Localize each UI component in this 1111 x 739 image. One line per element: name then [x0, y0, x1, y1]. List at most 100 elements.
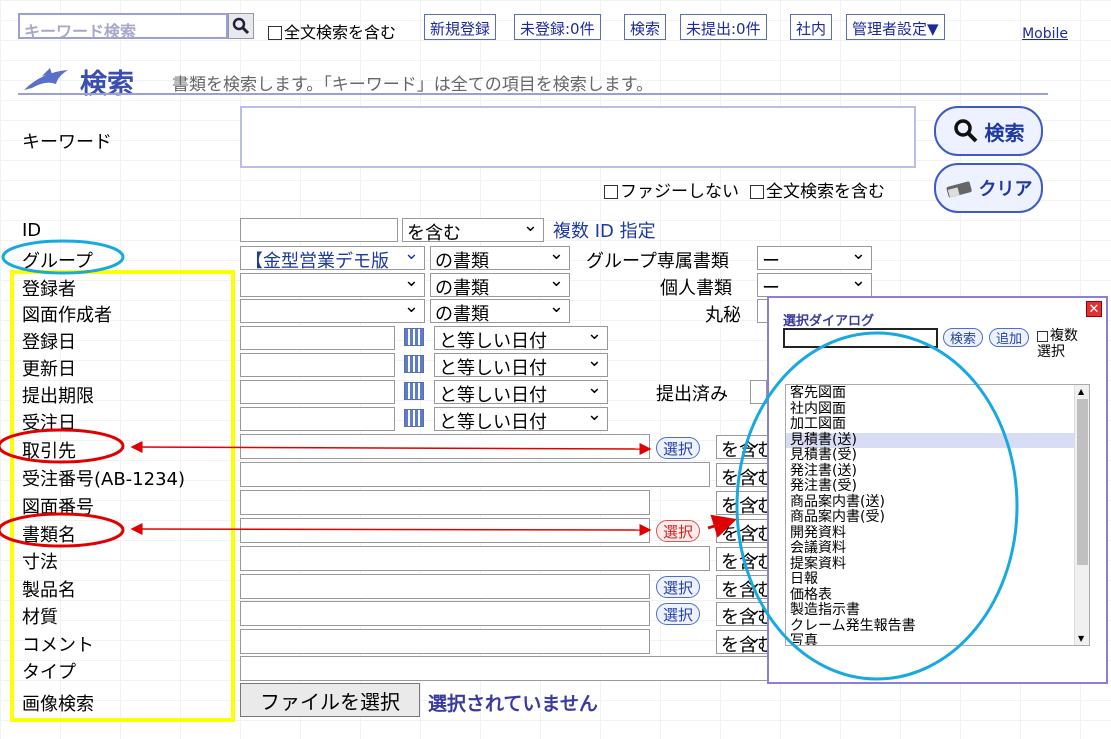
- material-select-button[interactable]: 選択: [656, 603, 701, 625]
- dialog-list-item[interactable]: 商品案内書(送): [786, 494, 1089, 511]
- dialog-list-item[interactable]: 発注書(受): [786, 478, 1089, 495]
- deadline-input[interactable]: [240, 380, 395, 404]
- fulltext-checkbox[interactable]: 全文検索を含む: [268, 19, 396, 43]
- checkbox-icon[interactable]: [604, 185, 618, 199]
- drawing-no-condition-select[interactable]: を含む: [716, 491, 768, 515]
- reg-date-condition-select[interactable]: と等しい日付: [434, 326, 608, 350]
- dialog-list-item[interactable]: 提案資料: [786, 556, 1089, 573]
- calendar-icon[interactable]: [404, 382, 424, 400]
- dialog-list-item[interactable]: 写真: [786, 633, 1089, 645]
- group-label: グループ: [22, 251, 93, 272]
- drawing-no-input[interactable]: [240, 490, 650, 515]
- scroll-thumb[interactable]: [1077, 399, 1088, 565]
- nav-search[interactable]: 検索: [624, 14, 667, 40]
- doc-name-select-button[interactable]: 選択: [656, 520, 701, 542]
- id-condition-select[interactable]: を含む: [402, 218, 544, 242]
- dialog-list-item[interactable]: 見積書(受): [786, 447, 1089, 464]
- search-icon[interactable]: [228, 13, 254, 39]
- group-docs-select[interactable]: の書類: [430, 246, 570, 270]
- dialog-list-item[interactable]: 開発資料: [786, 525, 1089, 542]
- mobile-link[interactable]: Mobile: [1022, 26, 1068, 42]
- multi-id-link[interactable]: 複数 ID 指定: [553, 217, 656, 243]
- nav-admin-settings[interactable]: 管理者設定▼: [846, 14, 945, 40]
- file-select-button[interactable]: ファイルを選択: [240, 683, 420, 717]
- order-no-input[interactable]: [240, 462, 710, 487]
- checkbox-icon[interactable]: [750, 185, 764, 199]
- dialog-list-item[interactable]: 加工図面: [786, 416, 1089, 433]
- doc-name-input[interactable]: [240, 518, 650, 543]
- keyword-textarea[interactable]: [240, 106, 916, 168]
- scrollbar[interactable]: ▲ ▼: [1074, 385, 1089, 645]
- dialog-list-item[interactable]: 価格表: [786, 587, 1089, 604]
- dimension-input[interactable]: [240, 546, 710, 571]
- scroll-down-icon[interactable]: ▼: [1078, 634, 1084, 643]
- creator-select[interactable]: [240, 299, 425, 323]
- keyword-search-input[interactable]: キーワード検索: [18, 13, 228, 41]
- dialog-search-input[interactable]: [783, 328, 938, 348]
- group-select[interactable]: 【金型営業デモ版: [240, 246, 425, 270]
- close-icon[interactable]: ✕: [1086, 301, 1102, 317]
- upd-date-label: 更新日: [22, 359, 76, 380]
- registrant-select[interactable]: [240, 273, 425, 297]
- type-input[interactable]: [240, 656, 770, 681]
- material-condition-select[interactable]: を含む: [716, 602, 768, 626]
- checkbox-icon[interactable]: [1037, 331, 1048, 342]
- upd-date-input[interactable]: [240, 353, 395, 377]
- clear-button[interactable]: クリア: [934, 163, 1043, 213]
- clear-button-label: クリア: [978, 179, 1033, 200]
- nav-unsubmitted[interactable]: 未提出:0件: [680, 14, 767, 40]
- product-select-button[interactable]: 選択: [656, 576, 701, 598]
- dialog-list-item[interactable]: 日報: [786, 571, 1089, 588]
- calendar-icon[interactable]: [404, 409, 424, 427]
- dialog-add-button[interactable]: 追加: [989, 328, 1030, 347]
- dialog-multi-checkbox[interactable]: 複数 選択: [1037, 328, 1078, 360]
- dialog-list-item[interactable]: 会議資料: [786, 540, 1089, 557]
- dimension-label: 寸法: [22, 552, 58, 573]
- drawing-no-label: 図面番号: [22, 497, 94, 518]
- id-input[interactable]: [240, 218, 398, 242]
- dialog-list-item[interactable]: 商品案内書(受): [786, 509, 1089, 526]
- deadline-condition-select[interactable]: と等しい日付: [434, 380, 608, 404]
- order-date-condition-select[interactable]: と等しい日付: [434, 407, 608, 431]
- nav-unregistered[interactable]: 未登録:0件: [514, 14, 601, 40]
- client-condition-select[interactable]: を含む: [716, 435, 768, 459]
- personal-docs-select[interactable]: ー: [757, 273, 872, 297]
- comment-condition-select[interactable]: を含む: [716, 630, 768, 654]
- reg-date-input[interactable]: [240, 326, 395, 350]
- submitted-select[interactable]: [750, 380, 767, 404]
- eraser-icon: [946, 181, 972, 198]
- upd-date-condition-select[interactable]: と等しい日付: [434, 353, 608, 377]
- creator-docs-select[interactable]: の書類: [430, 299, 570, 323]
- scroll-up-icon[interactable]: ▲: [1078, 387, 1084, 396]
- fulltext-checkbox-2[interactable]: 全文検索を含む: [750, 177, 885, 202]
- dialog-list-item[interactable]: 客先図面: [786, 385, 1089, 402]
- checkbox-icon[interactable]: [268, 26, 282, 40]
- comment-input[interactable]: [240, 629, 650, 654]
- client-input[interactable]: [240, 434, 650, 459]
- dialog-search-button[interactable]: 検索: [943, 328, 984, 347]
- dialog-list-item[interactable]: 見積書(送): [786, 432, 1089, 448]
- nav-new-register[interactable]: 新規登録: [424, 14, 497, 40]
- dimension-condition-select[interactable]: を含む: [716, 547, 768, 571]
- comment-label: コメント: [22, 635, 94, 656]
- nav-internal[interactable]: 社内: [790, 14, 833, 40]
- fuzzy-checkbox[interactable]: ファジーしない: [604, 177, 739, 202]
- product-input[interactable]: [240, 574, 650, 599]
- doc-name-condition-select[interactable]: を含む: [716, 519, 768, 543]
- group-exclusive-select[interactable]: ー: [757, 246, 872, 270]
- dialog-list[interactable]: 客先図面 社内図面 加工図面 見積書(送) 見積書(受) 発注書(送) 発注書(受) 商品案内…: [785, 384, 1090, 646]
- calendar-icon[interactable]: [404, 355, 424, 373]
- client-select-button[interactable]: 選択: [656, 437, 701, 459]
- registrant-docs-select[interactable]: の書類: [430, 273, 570, 297]
- material-input[interactable]: [240, 601, 650, 626]
- dialog-list-item[interactable]: 社内図面: [786, 401, 1089, 418]
- product-condition-select[interactable]: を含む: [716, 575, 768, 599]
- calendar-icon[interactable]: [404, 328, 424, 346]
- dialog-list-item[interactable]: クレーム発生報告書: [786, 618, 1089, 635]
- fulltext-label-2: 全文検索を含む: [766, 182, 885, 202]
- order-date-input[interactable]: [240, 407, 395, 431]
- dialog-list-item[interactable]: 発注書(送): [786, 463, 1089, 480]
- order-no-condition-select[interactable]: を含む: [716, 463, 768, 487]
- search-button[interactable]: 検索: [934, 106, 1043, 156]
- dialog-list-item[interactable]: 製造指示書: [786, 602, 1089, 619]
